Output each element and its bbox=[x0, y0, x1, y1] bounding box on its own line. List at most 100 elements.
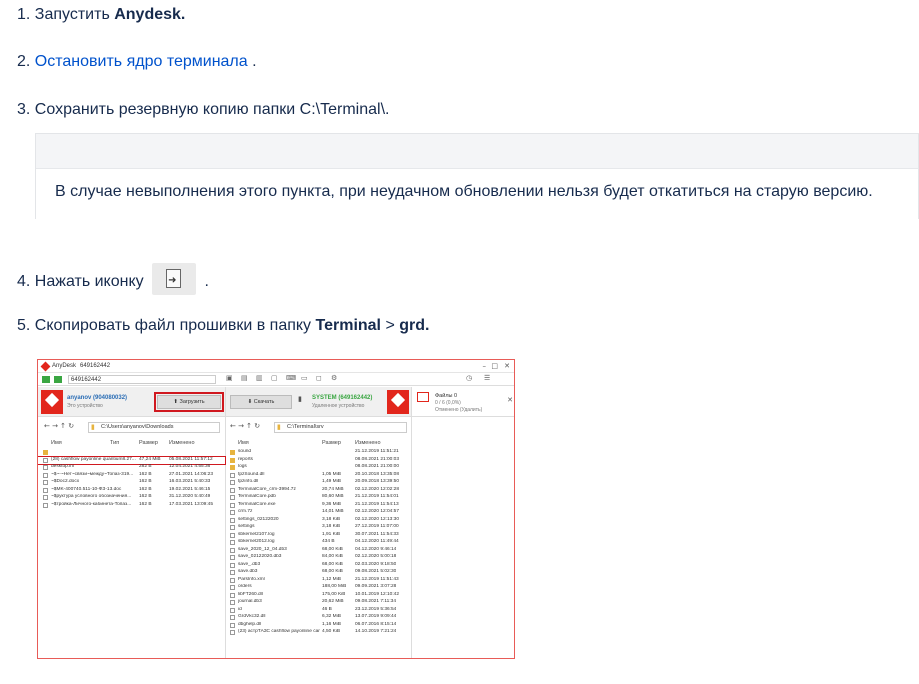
file-name: settings_02122020 bbox=[238, 516, 279, 522]
file-date: 02.12.2020 5:00:18 bbox=[355, 554, 397, 559]
file-size: 1,49 MiB bbox=[322, 479, 341, 484]
file-name: ~$~-~Нет~связи~между~Топаз-319... bbox=[51, 471, 134, 477]
table-row[interactable]: ~$~-~Нет~связи~между~Топаз-319... 162 B 27… bbox=[38, 472, 225, 480]
remote-file-list: sound 21.12.2019 11:51:21 reports 08.08.202… bbox=[226, 449, 411, 637]
table-row[interactable]: sbkernel2107.log 1,91 KiB 30.07.2021 11:54… bbox=[226, 532, 411, 540]
address-input[interactable]: 649162442 bbox=[68, 375, 216, 384]
table-row[interactable]: (28) cashflow payonline quantium8.27... 4… bbox=[38, 456, 226, 465]
table-row[interactable]: ~$MK-400740.511-10-ФЗ-13.doc 162 B 19.02.2… bbox=[38, 487, 225, 495]
session-tab[interactable]: 649162442 bbox=[80, 363, 110, 369]
table-row[interactable]: tpzinfo.dll 1,49 MiB 20.09.2018 13:39:50 bbox=[226, 479, 411, 487]
file-name: reports bbox=[238, 456, 253, 462]
file-icon bbox=[43, 457, 48, 463]
anydesk-screenshot: AnyDesk 649162442 – □ ✕ 649162442 ▣ ▤ ▥ … bbox=[37, 359, 515, 659]
file-name: TerminalCore.pdb bbox=[238, 494, 276, 499]
step-text: . bbox=[204, 273, 209, 291]
step-number: 5. bbox=[17, 317, 31, 334]
file-date: 21.12.2019 11:51:21 bbox=[355, 449, 399, 454]
table-row[interactable]: ParsInfo.xml 1,12 MiB 21.12.2019 11:51:43 bbox=[226, 577, 411, 585]
local-avatar bbox=[41, 390, 63, 414]
table-row[interactable]: id 46 B 23.12.2019 5:36:54 bbox=[226, 607, 411, 615]
chat-icon[interactable] bbox=[54, 376, 62, 383]
file-name: crm.7z bbox=[238, 509, 253, 514]
table-row[interactable]: orders 188,00 MiB 09.09.2021 3:07:28 bbox=[226, 584, 411, 592]
table-row[interactable]: (23) астрТАЗС cashflow payonline car... 4… bbox=[226, 629, 411, 637]
clipboard-icon[interactable]: ▥ bbox=[256, 374, 263, 382]
file-name: dbghelp.dll bbox=[238, 621, 262, 627]
table-row[interactable]: libFT260.dll 175,00 KiB 10.01.2019 12:10:4… bbox=[226, 592, 411, 600]
table-row[interactable]: save_.db3 68,00 KiB 02.03.2020 9:18:50 bbox=[226, 562, 411, 570]
table-row[interactable]: tpzSound.dll 1,05 MiB 20.10.2018 13:35:08 bbox=[226, 472, 411, 480]
remote-path-input[interactable]: C:\Terminal\srv bbox=[274, 422, 407, 433]
record-icon[interactable]: ◻ bbox=[316, 374, 322, 382]
transfer-status: 0 / 6 (0,0%) bbox=[435, 400, 461, 406]
remote-nav-icons[interactable]: ← → ↑ ↻ bbox=[230, 422, 260, 430]
minimize-icon[interactable]: – bbox=[483, 362, 487, 370]
file-name: GrdVkc32.dll bbox=[238, 614, 266, 619]
table-row[interactable]: reports 08.08.2021 21:00:03 bbox=[226, 457, 411, 465]
close-icon[interactable]: ✕ bbox=[504, 362, 510, 370]
file-name: orders bbox=[238, 584, 252, 589]
table-row[interactable]: ~$руктура условного обозначения... 162 B 3… bbox=[38, 494, 225, 502]
table-row[interactable]: journal.db3 20,62 MiB 09.08.2021 7:11:34 bbox=[226, 599, 411, 607]
monitor-icon[interactable] bbox=[42, 376, 50, 383]
table-row[interactable]: TerminalCore.pdb 80,60 MiB 21.12.2019 11:5… bbox=[226, 494, 411, 502]
file-arrow-icon bbox=[152, 263, 197, 295]
file-date: 27.01.2021 14:06:23 bbox=[169, 471, 214, 477]
maximize-icon[interactable]: □ bbox=[491, 362, 498, 370]
table-row[interactable]: ~$тройка-Личного-кабинета-Топаз... 162 B 1… bbox=[38, 502, 225, 510]
file-size: 84,00 KiB bbox=[322, 554, 343, 559]
table-row[interactable]: save.db3 68,00 KiB 09.08.2021 5:02:30 bbox=[226, 569, 411, 577]
table-row[interactable]: sbkernel2012.log 434 B 04.12.2020 11:49:44 bbox=[226, 539, 411, 547]
remote-user-sub: Удаленное устройство bbox=[312, 403, 365, 409]
settings-icon[interactable]: ⚙ bbox=[331, 374, 337, 382]
file-name: tpzSound.dll bbox=[238, 471, 265, 477]
history-icon[interactable]: ◷ bbox=[466, 374, 472, 382]
upload-button[interactable]: ⬆ Загрузить bbox=[154, 392, 224, 412]
file-icon bbox=[230, 592, 235, 598]
table-row[interactable]: save_02122020.db3 84,00 KiB 02.12.2020 5:0… bbox=[226, 554, 411, 562]
table-row[interactable]: ~$Doc2.docx 162 B 16.03.2021 5:40:33 bbox=[38, 479, 225, 487]
local-file-list: (28) cashflow payonline quantium8.27... 4… bbox=[38, 449, 226, 510]
local-columns: Имя Тип Размер Изменено bbox=[51, 440, 195, 446]
step-bold: Terminal bbox=[315, 317, 382, 334]
transfer-panel: Файлы 0 0 / 6 (0,0%) Отменено (Удалить) … bbox=[412, 387, 514, 658]
table-row[interactable]: settings 3,18 KiB 27.12.2019 11:07:00 bbox=[226, 524, 411, 532]
file-icon bbox=[230, 577, 235, 583]
file-transfer-icon[interactable]: ▤ bbox=[241, 374, 248, 382]
download-button[interactable]: ⬇ Скачать bbox=[230, 395, 292, 409]
file-icon bbox=[43, 502, 48, 508]
step-number: 3. bbox=[17, 101, 31, 118]
table-row[interactable]: dbghelp.dll 1,16 MiB 06.07.2016 8:15:14 bbox=[226, 622, 411, 630]
transfer-close-icon[interactable]: ✕ bbox=[507, 396, 513, 404]
remote-settings-icon[interactable]: ▮ bbox=[298, 395, 302, 403]
file-size: 20,74 MiB bbox=[322, 486, 344, 492]
file-size: 47,24 MiB bbox=[139, 456, 161, 462]
menu-icon[interactable]: ☰ bbox=[484, 374, 490, 382]
stop-kernel-link[interactable]: Остановить ядро терминала bbox=[35, 53, 248, 70]
file-date: 21.12.2019 11:51:43 bbox=[355, 576, 399, 582]
display-icon[interactable]: ▭ bbox=[301, 374, 308, 382]
table-row[interactable]: settings_02122020 3,18 KiB 02.12.2020 12:1… bbox=[226, 517, 411, 525]
table-row[interactable]: logs 08.08.2021 21:00:00 bbox=[226, 464, 411, 472]
file-icon bbox=[230, 622, 235, 628]
local-nav-icons[interactable]: ← → ↑ ↻ bbox=[44, 422, 74, 430]
table-row[interactable]: sound 21.12.2019 11:51:21 bbox=[226, 449, 411, 457]
table-row[interactable]: desktop.ini 282 B 12.04.2021 4:55:36 bbox=[38, 464, 225, 472]
table-row[interactable]: TerminalCore_crm-3994.7z 20,74 MiB 02.12.2… bbox=[226, 487, 411, 495]
file-date: 09.08.2021 5:02:30 bbox=[355, 569, 397, 574]
app-name: AnyDesk bbox=[52, 363, 77, 369]
file-size: 1,91 KiB bbox=[322, 531, 341, 537]
table-row[interactable]: TerminalCore.exe 9,36 MiB 21.12.2019 11:54… bbox=[226, 502, 411, 510]
local-path-input[interactable]: C:\Users\anyanov\Downloads bbox=[88, 422, 220, 433]
file-size: 6,32 MiB bbox=[322, 614, 341, 619]
table-row[interactable]: save_2020_12_04.db3 68,00 KiB 04.12.2020 9… bbox=[226, 547, 411, 555]
table-row[interactable] bbox=[38, 449, 225, 457]
chat-tb-icon[interactable]: ▢ bbox=[271, 374, 278, 382]
file-icon bbox=[230, 570, 235, 575]
action-icon[interactable]: ▣ bbox=[226, 374, 233, 382]
keyboard-icon[interactable]: ⌨ bbox=[286, 374, 296, 382]
table-row[interactable]: GrdVkc32.dll 6,32 MiB 13.07.2019 9:09:44 bbox=[226, 614, 411, 622]
step-3: 3. Сохранить резервную копию папки C:\Te… bbox=[17, 100, 389, 120]
table-row[interactable]: crm.7z 14,01 MiB 02.12.2020 12:04:57 bbox=[226, 509, 411, 517]
